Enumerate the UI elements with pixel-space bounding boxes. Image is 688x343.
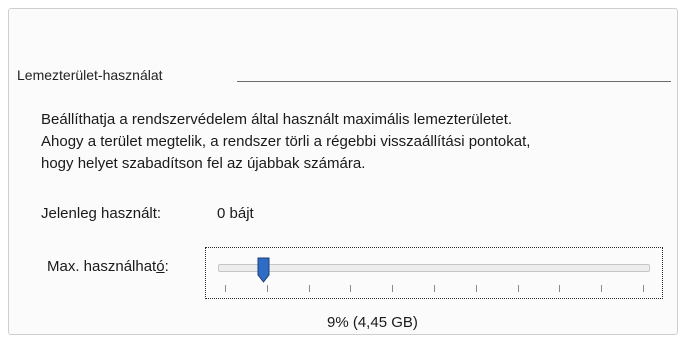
slider-ticks — [206, 285, 662, 293]
slider-track[interactable] — [218, 264, 650, 272]
slider-tick — [392, 285, 394, 292]
max-usage-label-prefix: Max. használhat — [47, 258, 157, 275]
description-line-1: Beállíthatja a rendszervédelem által has… — [41, 111, 513, 128]
slider-tick — [434, 285, 435, 292]
slider-tick — [475, 285, 477, 292]
slider-tick — [643, 285, 644, 292]
group-title: Lemezterület-használat — [17, 67, 169, 83]
slider-tick — [601, 285, 603, 292]
slider-tick — [308, 285, 310, 292]
max-usage-slider[interactable] — [205, 247, 663, 299]
slider-tick — [517, 285, 519, 292]
slider-tick — [225, 285, 226, 292]
description-line-3: hogy helyet szabadítson fel az újabbak s… — [41, 155, 366, 172]
max-usage-value: 9% (4,45 GB) — [327, 314, 418, 331]
current-usage-value: 0 bájt — [217, 205, 254, 222]
slider-thumb[interactable] — [257, 257, 270, 283]
description-line-2: Ahogy a terület megtelik, a rendszer tör… — [41, 133, 531, 150]
slider-tick — [559, 285, 561, 292]
group-divider — [237, 81, 671, 82]
max-usage-label-accel: ó — [156, 258, 165, 275]
description: Beállíthatja a rendszervédelem által has… — [41, 109, 671, 175]
current-usage-label: Jelenleg használt: — [41, 205, 162, 222]
slider-tick — [266, 285, 268, 292]
slider-tick — [350, 285, 352, 292]
max-usage-label-suffix: : — [164, 258, 169, 275]
max-usage-label: Max. használható: — [47, 258, 169, 275]
dialog-panel: Lemezterület-használat Beállíthatja a re… — [8, 8, 678, 335]
